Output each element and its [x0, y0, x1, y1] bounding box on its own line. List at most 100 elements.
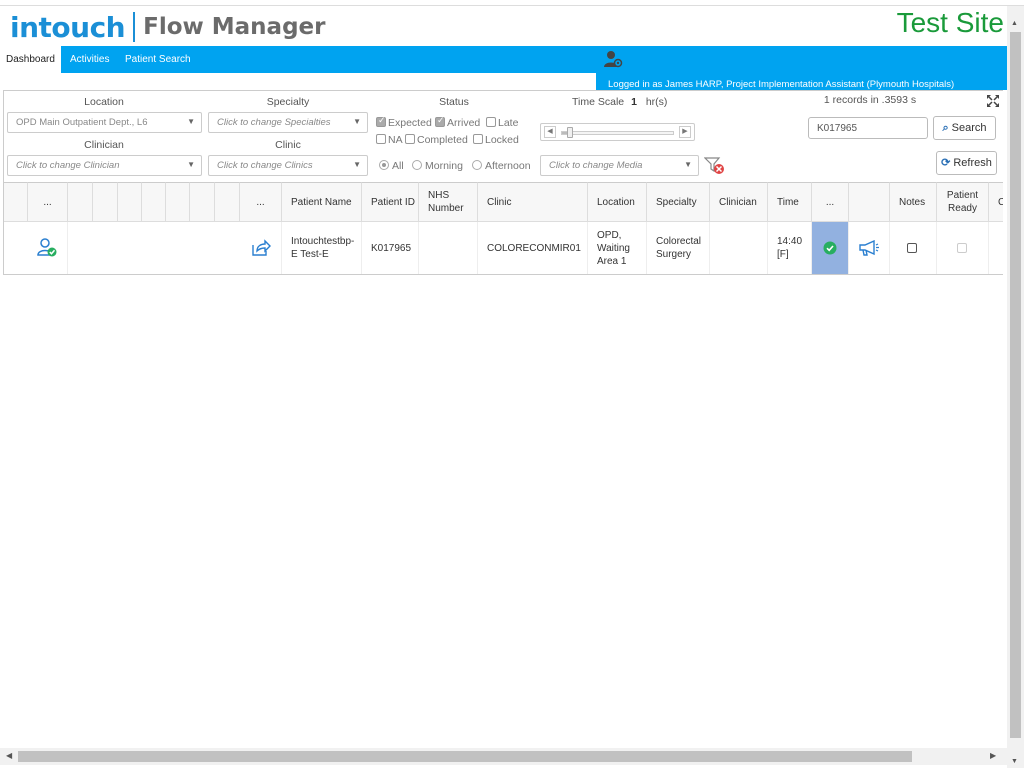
table-header-location[interactable]: Location	[588, 182, 647, 222]
cell-nhs-number	[419, 222, 478, 274]
timescale-label: Time Scale	[572, 96, 625, 108]
share-cell[interactable]	[240, 222, 282, 274]
checkbox[interactable]	[473, 134, 483, 144]
timescale-row: Time Scale 1 hr(s)	[572, 96, 667, 108]
table-header-notes[interactable]: Notes	[890, 182, 937, 222]
cell-clinician	[710, 222, 768, 274]
table-header-time[interactable]: Time	[768, 182, 812, 222]
checkbox[interactable]	[486, 117, 496, 127]
status-check-cell[interactable]	[812, 222, 849, 274]
chevron-down-icon: ▼	[353, 117, 361, 126]
specialty-select[interactable]: Click to change Specialties ▼	[208, 112, 368, 133]
refresh-button-label: Refresh	[953, 157, 992, 169]
checkbox[interactable]	[376, 134, 386, 144]
slider-handle[interactable]	[567, 127, 573, 138]
slider-right-arrow-icon[interactable]: ▶	[679, 126, 691, 138]
table-header-cell	[166, 182, 190, 222]
logo-divider	[133, 12, 136, 42]
status-expected-label: Expected	[388, 117, 432, 129]
notes-checkbox[interactable]	[907, 243, 917, 253]
scroll-left-arrow-icon[interactable]: ◀	[6, 751, 12, 760]
status-locked[interactable]: Locked	[473, 134, 519, 146]
period-afternoon[interactable]: Afternoon	[472, 160, 531, 172]
scroll-up-arrow-icon[interactable]: ▲	[1011, 20, 1018, 27]
period-afternoon-label: Afternoon	[485, 160, 531, 172]
table-header-patient-ready[interactable]: Patient Ready	[937, 182, 989, 222]
search-icon: ⌕	[942, 122, 949, 134]
media-placeholder: Click to change Media	[549, 160, 643, 171]
timescale-slider[interactable]: ◀ ▶	[540, 123, 695, 141]
chevron-down-icon: ▼	[684, 160, 692, 169]
clinic-select[interactable]: Click to change Clinics ▼	[208, 155, 368, 176]
share-icon	[251, 239, 271, 256]
patient-ready-checkbox[interactable]	[956, 243, 967, 253]
horizontal-scrollbar[interactable]: ◀ ▶	[0, 748, 1007, 765]
status-na[interactable]: NA	[376, 134, 403, 146]
tab-dashboard[interactable]: Dashboard	[0, 46, 61, 73]
call-patient-cell[interactable]	[849, 222, 890, 274]
app-logo: intouch Flow Manager	[10, 10, 326, 44]
check-circle-icon	[823, 241, 837, 255]
radio-button[interactable]	[472, 160, 482, 170]
patient-table: ... ... Patient Name Patient ID NHS Numb…	[3, 182, 1003, 275]
search-button-label: Search	[951, 122, 987, 134]
status-na-label: NA	[388, 134, 403, 146]
status-expected[interactable]: Expected	[376, 115, 432, 129]
status-late[interactable]: Late	[486, 117, 518, 129]
cell-patient-name[interactable]: Intouchtestbp-E Test-E	[282, 222, 362, 274]
status-label: Status	[439, 96, 469, 108]
clinician-select[interactable]: Click to change Clinician ▼	[7, 155, 202, 176]
logo-intouch: intouch	[10, 10, 126, 44]
patient-arrived-cell[interactable]	[28, 222, 68, 274]
checkbox[interactable]	[435, 115, 445, 127]
table-header-cell	[4, 182, 28, 222]
radio-button[interactable]	[379, 160, 389, 170]
table-header-specialty[interactable]: Specialty	[647, 182, 710, 222]
status-arrived-label: Arrived	[447, 117, 481, 129]
expand-icon[interactable]	[986, 94, 1000, 108]
slider-track[interactable]	[561, 131, 674, 135]
period-morning[interactable]: Morning	[412, 160, 463, 172]
refresh-button[interactable]: ⟳ Refresh	[936, 151, 997, 175]
user-check-icon	[36, 238, 56, 257]
radio-button[interactable]	[412, 160, 422, 170]
table-header-cell	[190, 182, 215, 222]
user-gear-icon[interactable]	[603, 50, 623, 68]
location-label: Location	[84, 96, 124, 108]
scroll-right-arrow-icon[interactable]: ▶	[990, 751, 996, 760]
status-completed[interactable]: Completed	[405, 134, 468, 146]
logged-in-text: Logged in as James HARP, Project Impleme…	[608, 79, 955, 90]
specialty-label: Specialty	[266, 96, 310, 108]
checkbox[interactable]	[405, 134, 415, 144]
megaphone-icon	[859, 240, 879, 256]
tab-patient-search[interactable]: Patient Search	[119, 46, 197, 73]
table-header-clinic[interactable]: Clinic	[478, 182, 588, 222]
table-header-dots[interactable]: ...	[812, 182, 849, 222]
table-header-nhs-number[interactable]: NHS Number	[419, 182, 478, 222]
scroll-thumb[interactable]	[18, 751, 912, 762]
checkbox[interactable]	[376, 115, 386, 127]
table-header-overflow: C	[989, 182, 1003, 222]
specialty-placeholder: Click to change Specialties	[217, 117, 331, 128]
table-header-patient-id[interactable]: Patient ID	[362, 182, 419, 222]
period-all[interactable]: All	[379, 160, 404, 172]
tab-activities[interactable]: Activities	[64, 46, 115, 73]
table-header-dots[interactable]: ...	[240, 182, 282, 222]
records-info: 1 records in .3593 s	[823, 94, 917, 106]
location-select[interactable]: OPD Main Outpatient Dept., L6 ▼	[7, 112, 202, 133]
table-header-cell	[142, 182, 166, 222]
table-header-dots[interactable]: ...	[28, 182, 68, 222]
search-input[interactable]	[808, 117, 928, 139]
media-select[interactable]: Click to change Media ▼	[540, 155, 699, 176]
slider-left-arrow-icon[interactable]: ◀	[544, 126, 556, 138]
filter-clear-icon[interactable]	[704, 156, 726, 176]
table-header-clinician[interactable]: Clinician	[710, 182, 768, 222]
search-button[interactable]: ⌕ Search	[933, 116, 996, 140]
vertical-scrollbar[interactable]: ▲ ▼	[1007, 6, 1024, 768]
cell-specialty: Colorectal Surgery	[647, 222, 710, 274]
status-arrived[interactable]: Arrived	[435, 115, 481, 129]
status-locked-label: Locked	[485, 134, 519, 146]
table-header-patient-name[interactable]: Patient Name	[282, 182, 362, 222]
scroll-thumb[interactable]	[1010, 32, 1021, 738]
scroll-down-arrow-icon[interactable]: ▼	[1011, 758, 1018, 765]
